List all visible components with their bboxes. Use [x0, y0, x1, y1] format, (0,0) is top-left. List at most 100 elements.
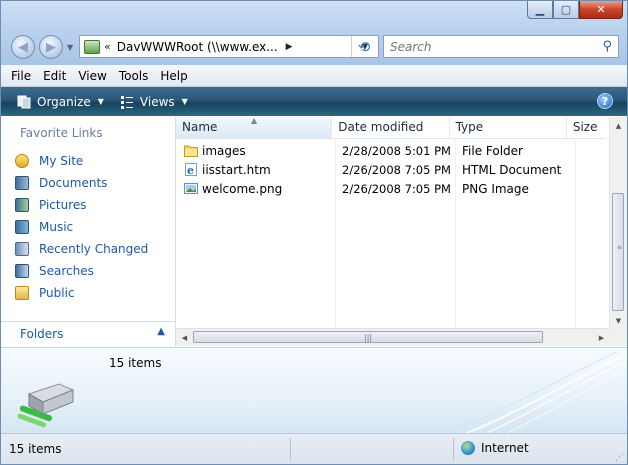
refresh-button[interactable]: ⟲: [352, 35, 376, 58]
search-input[interactable]: [388, 38, 592, 55]
favorite-link-label: My Site: [39, 154, 84, 168]
scroll-left-button[interactable]: ◀: [176, 329, 193, 346]
security-zone: Internet: [461, 441, 529, 455]
sort-ascending-icon: ▲: [251, 117, 258, 125]
address-overflow-chevron[interactable]: «: [104, 40, 111, 53]
menu-edit[interactable]: Edit: [43, 69, 66, 83]
close-button[interactable]: ✕: [579, 1, 623, 19]
resize-grip-icon[interactable]: ⋰: [615, 453, 624, 463]
organize-dropdown-icon: ▼: [97, 97, 104, 106]
grip-icon: |||: [364, 333, 373, 342]
minimize-button[interactable]: ▁: [527, 1, 553, 19]
help-button[interactable]: ?: [597, 93, 613, 109]
menu-tools[interactable]: Tools: [119, 69, 149, 83]
file-row[interactable]: e iisstart.htm 2/26/2008 7:05 PM HTML Do…: [176, 160, 576, 179]
scroll-right-button[interactable]: ▶: [593, 329, 610, 346]
favorite-link-label: Documents: [39, 176, 108, 190]
forward-button[interactable]: ▶: [39, 35, 63, 59]
column-header-type[interactable]: Type: [450, 117, 567, 138]
vertical-scrollbar[interactable]: ▲ ≡ ▼: [609, 117, 627, 329]
scroll-up-button[interactable]: ▲: [610, 117, 627, 134]
status-item-count: 15 items: [9, 442, 62, 456]
searches-icon: [15, 264, 29, 278]
scroll-down-button[interactable]: ▼: [610, 312, 627, 329]
file-date-modified: 2/26/2008 7:05 PM: [342, 162, 451, 177]
horizontal-scroll-thumb[interactable]: |||: [193, 331, 543, 343]
file-row[interactable]: images 2/28/2008 5:01 PM File Folder: [176, 141, 576, 160]
favorite-link-pictures[interactable]: Pictures: [15, 194, 148, 216]
favorite-link-documents[interactable]: Documents: [15, 172, 148, 194]
file-rows: images 2/28/2008 5:01 PM File Folder e i…: [176, 141, 576, 198]
svg-text:e: e: [187, 164, 194, 176]
details-item-count: 15 items: [109, 356, 162, 370]
maximize-button[interactable]: ▢: [553, 1, 579, 19]
horizontal-scrollbar[interactable]: ◀ ||| ▶: [176, 328, 610, 346]
column-header-name-label: Name: [182, 120, 218, 134]
status-separator: [453, 438, 454, 460]
favorite-link-searches[interactable]: Searches: [15, 260, 148, 282]
favorite-link-label: Music: [39, 220, 74, 234]
favorite-link-label: Pictures: [39, 198, 87, 212]
favorite-link-recently-changed[interactable]: Recently Changed: [15, 238, 148, 260]
file-date-modified: 2/28/2008 5:01 PM: [342, 143, 451, 158]
favorite-link-public[interactable]: Public: [15, 282, 148, 304]
column-header-size[interactable]: Size: [567, 117, 606, 138]
favorite-link-label: Public: [39, 286, 75, 300]
ie-document-icon: e: [185, 163, 197, 176]
image-file-icon: [184, 183, 198, 194]
search-box[interactable]: ⚲: [383, 35, 619, 58]
music-icon: [15, 220, 29, 234]
vertical-scroll-thumb[interactable]: ≡: [612, 193, 624, 311]
file-date-modified: 2/26/2008 7:05 PM: [342, 181, 451, 196]
caption-buttons: ▁ ▢ ✕: [527, 1, 623, 19]
back-button[interactable]: ◀: [11, 35, 35, 59]
chevron-up-icon: ▲: [157, 326, 165, 337]
folder-icon: [184, 145, 198, 157]
file-type: File Folder: [462, 143, 523, 158]
my-site-icon: [15, 154, 29, 168]
column-headers: ▲ Name Date modified Type Size: [176, 117, 606, 139]
recent-pages-dropdown[interactable]: ▼: [67, 43, 73, 52]
refresh-icon: ⟲: [357, 37, 371, 56]
menu-help[interactable]: Help: [160, 69, 187, 83]
status-separator: [290, 438, 291, 460]
favorite-links-heading: Favorite Links: [20, 126, 103, 140]
favorite-links-list: My Site Documents Pictures Music Recentl…: [15, 150, 148, 304]
organize-button[interactable]: Organize ▼: [17, 95, 104, 109]
breadcrumb-arrow-icon[interactable]: ▶: [286, 42, 293, 52]
navigation-pane: Favorite Links My Site Documents Picture…: [1, 117, 176, 346]
folders-toggle[interactable]: Folders ▲: [1, 321, 175, 346]
favorite-link-music[interactable]: Music: [15, 216, 148, 238]
address-path[interactable]: DavWWWRoot (\\www.ex...: [117, 40, 278, 54]
file-row[interactable]: welcome.png 2/26/2008 7:05 PM PNG Image: [176, 179, 576, 198]
globe-icon: [461, 441, 475, 455]
column-header-date-modified[interactable]: Date modified: [332, 117, 450, 138]
status-bar: 15 items Internet ⋰: [1, 433, 627, 464]
grip-icon: ≡: [617, 244, 623, 251]
menu-view[interactable]: View: [78, 69, 106, 83]
views-icon: [120, 95, 133, 109]
file-name: iisstart.htm: [202, 162, 271, 177]
file-list: ▲ Name Date modified Type Size images 2/…: [176, 117, 627, 346]
file-name: welcome.png: [202, 181, 283, 196]
column-header-name[interactable]: ▲ Name: [176, 117, 333, 138]
documents-icon: [15, 176, 29, 190]
folders-label: Folders: [20, 327, 64, 341]
search-icon[interactable]: ⚲: [602, 39, 612, 54]
views-dropdown-icon: ▼: [181, 97, 188, 106]
file-name: images: [202, 143, 246, 158]
organize-label: Organize: [37, 94, 91, 109]
details-pane: 15 items: [1, 347, 627, 433]
favorite-link-my-site[interactable]: My Site: [15, 150, 148, 172]
file-type: PNG Image: [462, 181, 529, 196]
command-bar: Organize ▼ Views ▼ ?: [1, 87, 627, 116]
decorative-swoosh: [446, 351, 626, 433]
security-zone-label: Internet: [481, 441, 529, 455]
menu-bar: File Edit View Tools Help: [1, 65, 627, 87]
views-button[interactable]: Views ▼: [120, 95, 188, 109]
address-bar[interactable]: « DavWWWRoot (\\www.ex... ▶ ▼: [79, 35, 379, 58]
pictures-icon: [15, 198, 29, 212]
menu-file[interactable]: File: [11, 69, 31, 83]
file-type: HTML Document: [462, 162, 562, 177]
network-drive-icon: [17, 383, 75, 428]
